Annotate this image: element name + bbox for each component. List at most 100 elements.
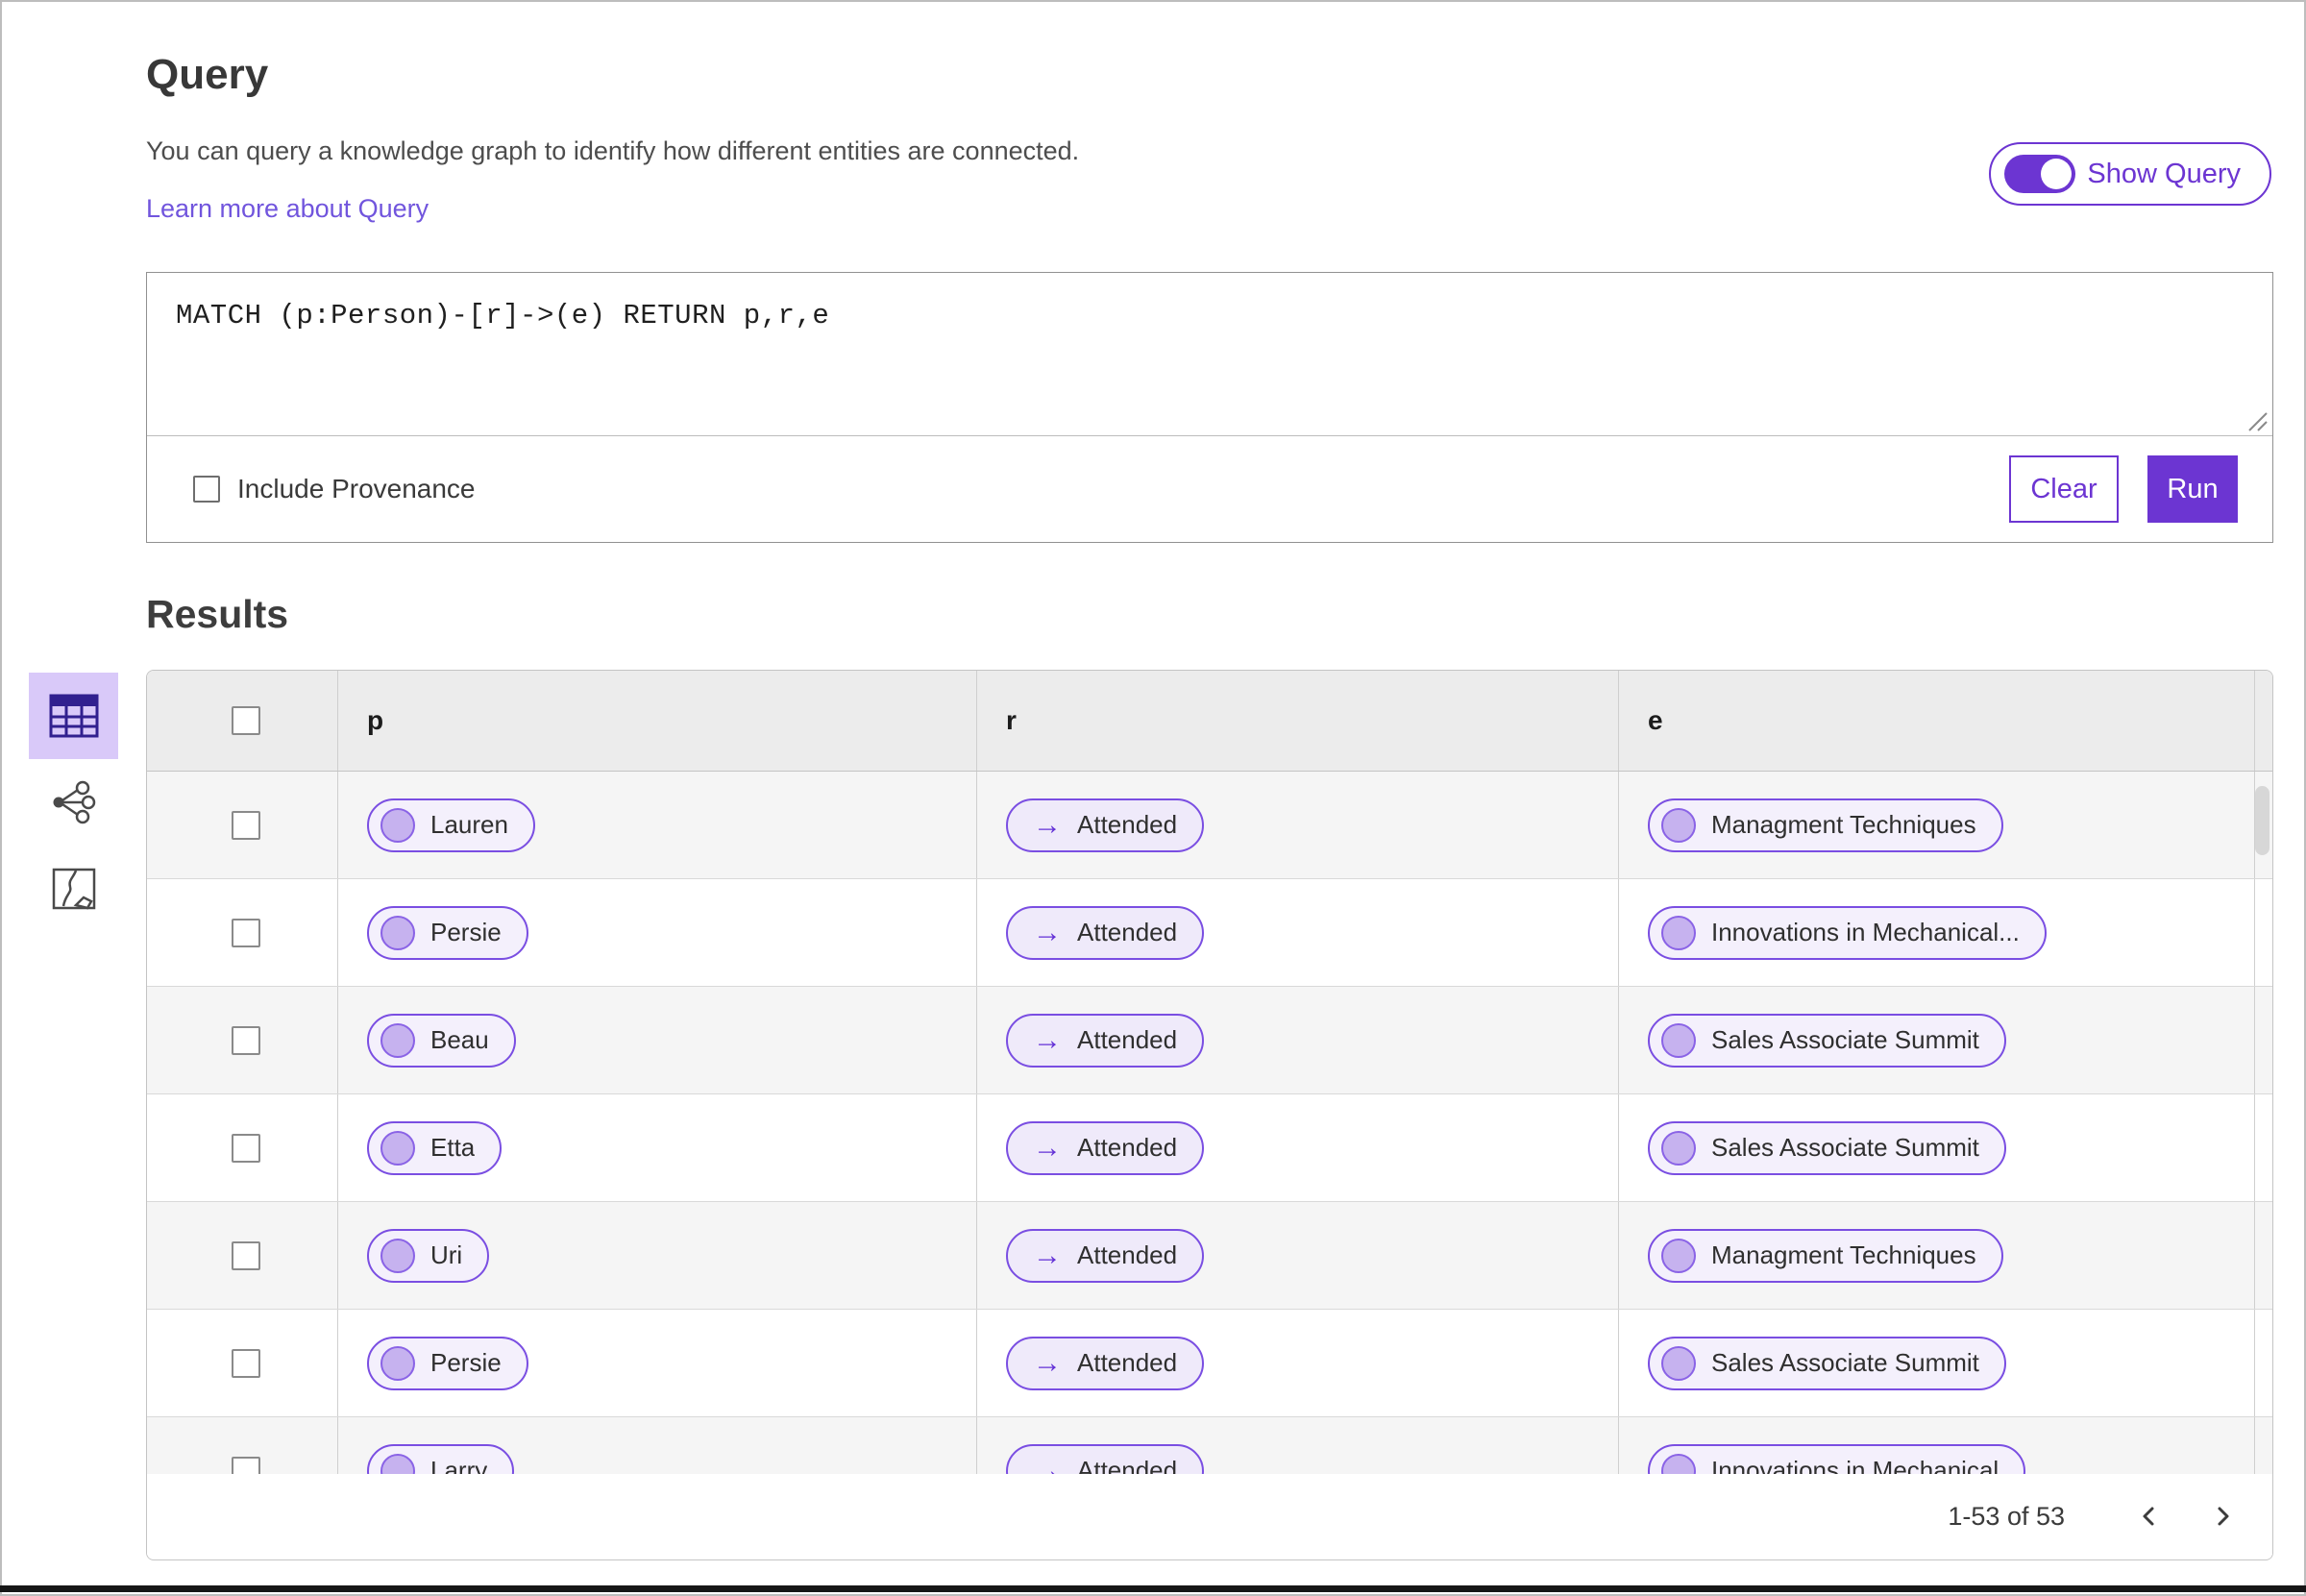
toggle-knob [2041, 159, 2073, 189]
table-row: Persie → Attended Innovations in Mechanic… [147, 879, 2272, 987]
entity-pill[interactable]: Larry [367, 1443, 515, 1474]
chevron-left-icon [2143, 1507, 2154, 1526]
relation-label: Attended [1077, 918, 1178, 946]
entity-pill[interactable]: Managment Techniques [1648, 798, 2003, 852]
entity-node-icon [1661, 1022, 1696, 1058]
relation-pill[interactable]: → Attended [1006, 1443, 1205, 1474]
relation-arrow-icon: → [1033, 808, 1062, 841]
entity-pill[interactable]: Lauren [367, 798, 535, 852]
table-row: Uri → Attended Managment Techniques [147, 1202, 2272, 1310]
page-description: You can query a knowledge graph to ident… [146, 136, 1080, 165]
clear-button[interactable]: Clear [2009, 455, 2119, 523]
results-heading: Results [146, 592, 289, 636]
entity-pill[interactable]: Innovations in Mechanical [1648, 1443, 2026, 1474]
table-row: Beau → Attended Sales Associate Summit [147, 987, 2272, 1094]
row-checkbox[interactable] [232, 1025, 260, 1055]
include-provenance-label: Include Provenance [237, 474, 476, 503]
entity-label: Sales Associate Summit [1711, 1133, 1979, 1162]
entity-label: Managment Techniques [1711, 810, 1976, 839]
learn-more-link[interactable]: Learn more about Query [146, 194, 429, 224]
relation-pill[interactable]: → Attended [1006, 798, 1205, 852]
query-input[interactable]: MATCH (p:Person)-[r]->(e) RETURN p,r,e [147, 273, 2272, 436]
table-scrollbar-thumb[interactable] [2255, 786, 2269, 855]
entity-label: Innovations in Mechanical... [1711, 918, 2020, 946]
network-view-button[interactable] [29, 759, 118, 846]
table-row: Etta → Attended Sales Associate Summit [147, 1094, 2272, 1202]
window-bottom-edge [0, 1585, 2306, 1592]
column-header-e[interactable]: e [1648, 705, 1663, 736]
table-body: Lauren → Attended Managment Techniques Pe… [147, 772, 2272, 1474]
column-header-r[interactable]: r [1006, 705, 1017, 736]
previous-page-button[interactable] [2128, 1495, 2171, 1537]
entity-label: Innovations in Mechanical [1711, 1456, 1999, 1474]
entity-label: Etta [430, 1133, 476, 1162]
entity-pill[interactable]: Persie [367, 905, 528, 960]
entity-label: Uri [430, 1240, 463, 1269]
entity-node-icon [1661, 1345, 1696, 1381]
entity-label: Beau [430, 1025, 489, 1054]
table-footer: 1-53 of 53 [147, 1474, 2272, 1559]
entity-pill[interactable]: Uri [367, 1228, 490, 1283]
entity-label: Persie [430, 1348, 502, 1377]
entity-pill[interactable]: Managment Techniques [1648, 1228, 2003, 1283]
entity-pill[interactable]: Persie [367, 1336, 528, 1390]
entity-pill[interactable]: Innovations in Mechanical... [1648, 905, 2047, 960]
relation-label: Attended [1077, 810, 1178, 839]
relation-arrow-icon: → [1033, 916, 1062, 948]
entity-node-icon [380, 915, 415, 950]
entity-node-icon [1661, 915, 1696, 950]
row-checkbox[interactable] [232, 1133, 260, 1163]
results-view-switcher [29, 673, 118, 932]
row-checkbox[interactable] [232, 1348, 260, 1378]
relation-label: Attended [1077, 1133, 1178, 1162]
relation-pill[interactable]: → Attended [1006, 1013, 1205, 1068]
entity-node-icon [1661, 1238, 1696, 1273]
row-checkbox[interactable] [232, 918, 260, 947]
entity-pill[interactable]: Sales Associate Summit [1648, 1120, 2006, 1175]
select-all-checkbox[interactable] [232, 706, 260, 735]
show-query-toggle[interactable]: Show Query [1989, 142, 2271, 206]
entity-label: Persie [430, 918, 502, 946]
entity-pill[interactable]: Beau [367, 1013, 516, 1068]
relation-pill[interactable]: → Attended [1006, 1120, 1205, 1175]
relation-label: Attended [1077, 1348, 1178, 1377]
map-view-button[interactable] [29, 846, 118, 932]
relation-arrow-icon: → [1033, 1023, 1062, 1056]
row-checkbox[interactable] [232, 1456, 260, 1474]
relation-pill[interactable]: → Attended [1006, 1336, 1205, 1390]
include-provenance-row[interactable]: Include Provenance [193, 474, 476, 504]
relation-label: Attended [1077, 1025, 1178, 1054]
entity-pill[interactable]: Sales Associate Summit [1648, 1013, 2006, 1068]
relation-label: Attended [1077, 1240, 1178, 1269]
relation-label: Attended [1077, 1456, 1178, 1474]
entity-node-icon [1661, 1130, 1696, 1166]
query-editor-footer: Include Provenance Clear Run [147, 436, 2272, 542]
include-provenance-checkbox[interactable] [193, 476, 220, 503]
entity-pill[interactable]: Sales Associate Summit [1648, 1336, 2006, 1390]
run-button[interactable]: Run [2147, 455, 2238, 523]
entity-label: Sales Associate Summit [1711, 1348, 1979, 1377]
row-checkbox[interactable] [232, 810, 260, 840]
pagination-range: 1-53 of 53 [1948, 1501, 2065, 1531]
toggle-switch-icon [2004, 155, 2076, 193]
relation-arrow-icon: → [1033, 1131, 1062, 1164]
page-title: Query [146, 51, 269, 98]
entity-label: Managment Techniques [1711, 1240, 1976, 1269]
entity-label: Lauren [430, 810, 508, 839]
relation-pill[interactable]: → Attended [1006, 905, 1205, 960]
entity-node-icon [380, 1130, 415, 1166]
entity-pill[interactable]: Etta [367, 1120, 503, 1175]
table-view-button[interactable] [29, 673, 118, 759]
resize-handle-icon[interactable] [2244, 407, 2269, 432]
next-page-button[interactable] [2201, 1495, 2244, 1537]
entity-node-icon [380, 1238, 415, 1273]
relation-arrow-icon: → [1033, 1454, 1062, 1474]
entity-node-icon [380, 1345, 415, 1381]
table-row: Persie → Attended Sales Associate Summit [147, 1310, 2272, 1417]
row-checkbox[interactable] [232, 1240, 260, 1270]
entity-label: Sales Associate Summit [1711, 1025, 1979, 1054]
relation-pill[interactable]: → Attended [1006, 1228, 1205, 1283]
relation-arrow-icon: → [1033, 1239, 1062, 1271]
entity-node-icon [380, 807, 415, 843]
column-header-p[interactable]: p [367, 705, 383, 736]
